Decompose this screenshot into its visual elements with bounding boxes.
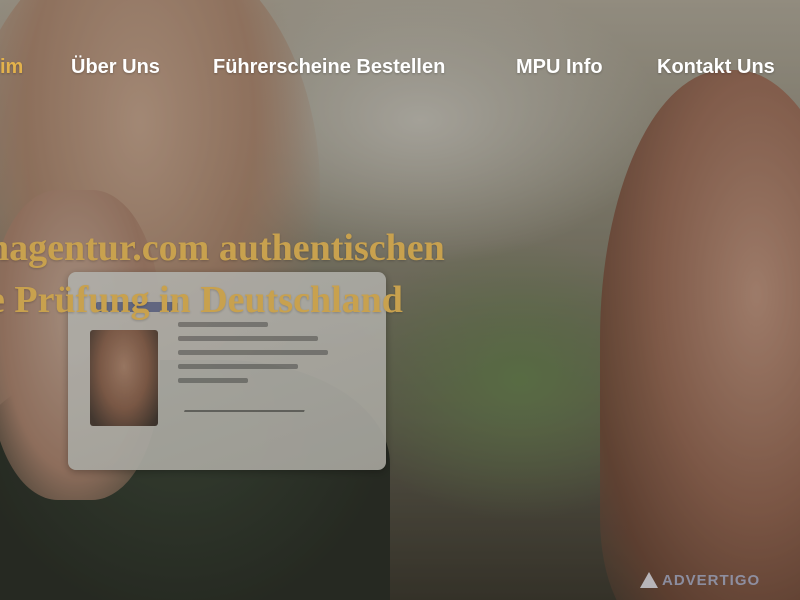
nav-item-mpu-info[interactable]: MPU Info <box>516 56 603 79</box>
nav-item-order-licenses[interactable]: Führerscheine Bestellen <box>213 56 445 79</box>
hero-headline: nagentur.com authentischen e Prüfung in … <box>0 222 800 326</box>
triangle-logo-icon <box>640 572 658 588</box>
watermark: ADVERTIGO <box>640 568 790 592</box>
main-navigation: im Über Uns Führerscheine Bestellen MPU … <box>0 52 800 86</box>
nav-item-about-us[interactable]: Über Uns <box>71 56 160 79</box>
watermark-text: ADVERTIGO <box>662 571 761 589</box>
nav-item-contact[interactable]: Kontakt Uns <box>657 56 775 79</box>
hero-headline-line-1: nagentur.com authentischen <box>0 227 445 269</box>
hero-headline-line-2: e Prüfung in Deutschland <box>0 279 403 321</box>
nav-item-home[interactable]: im <box>0 56 23 79</box>
